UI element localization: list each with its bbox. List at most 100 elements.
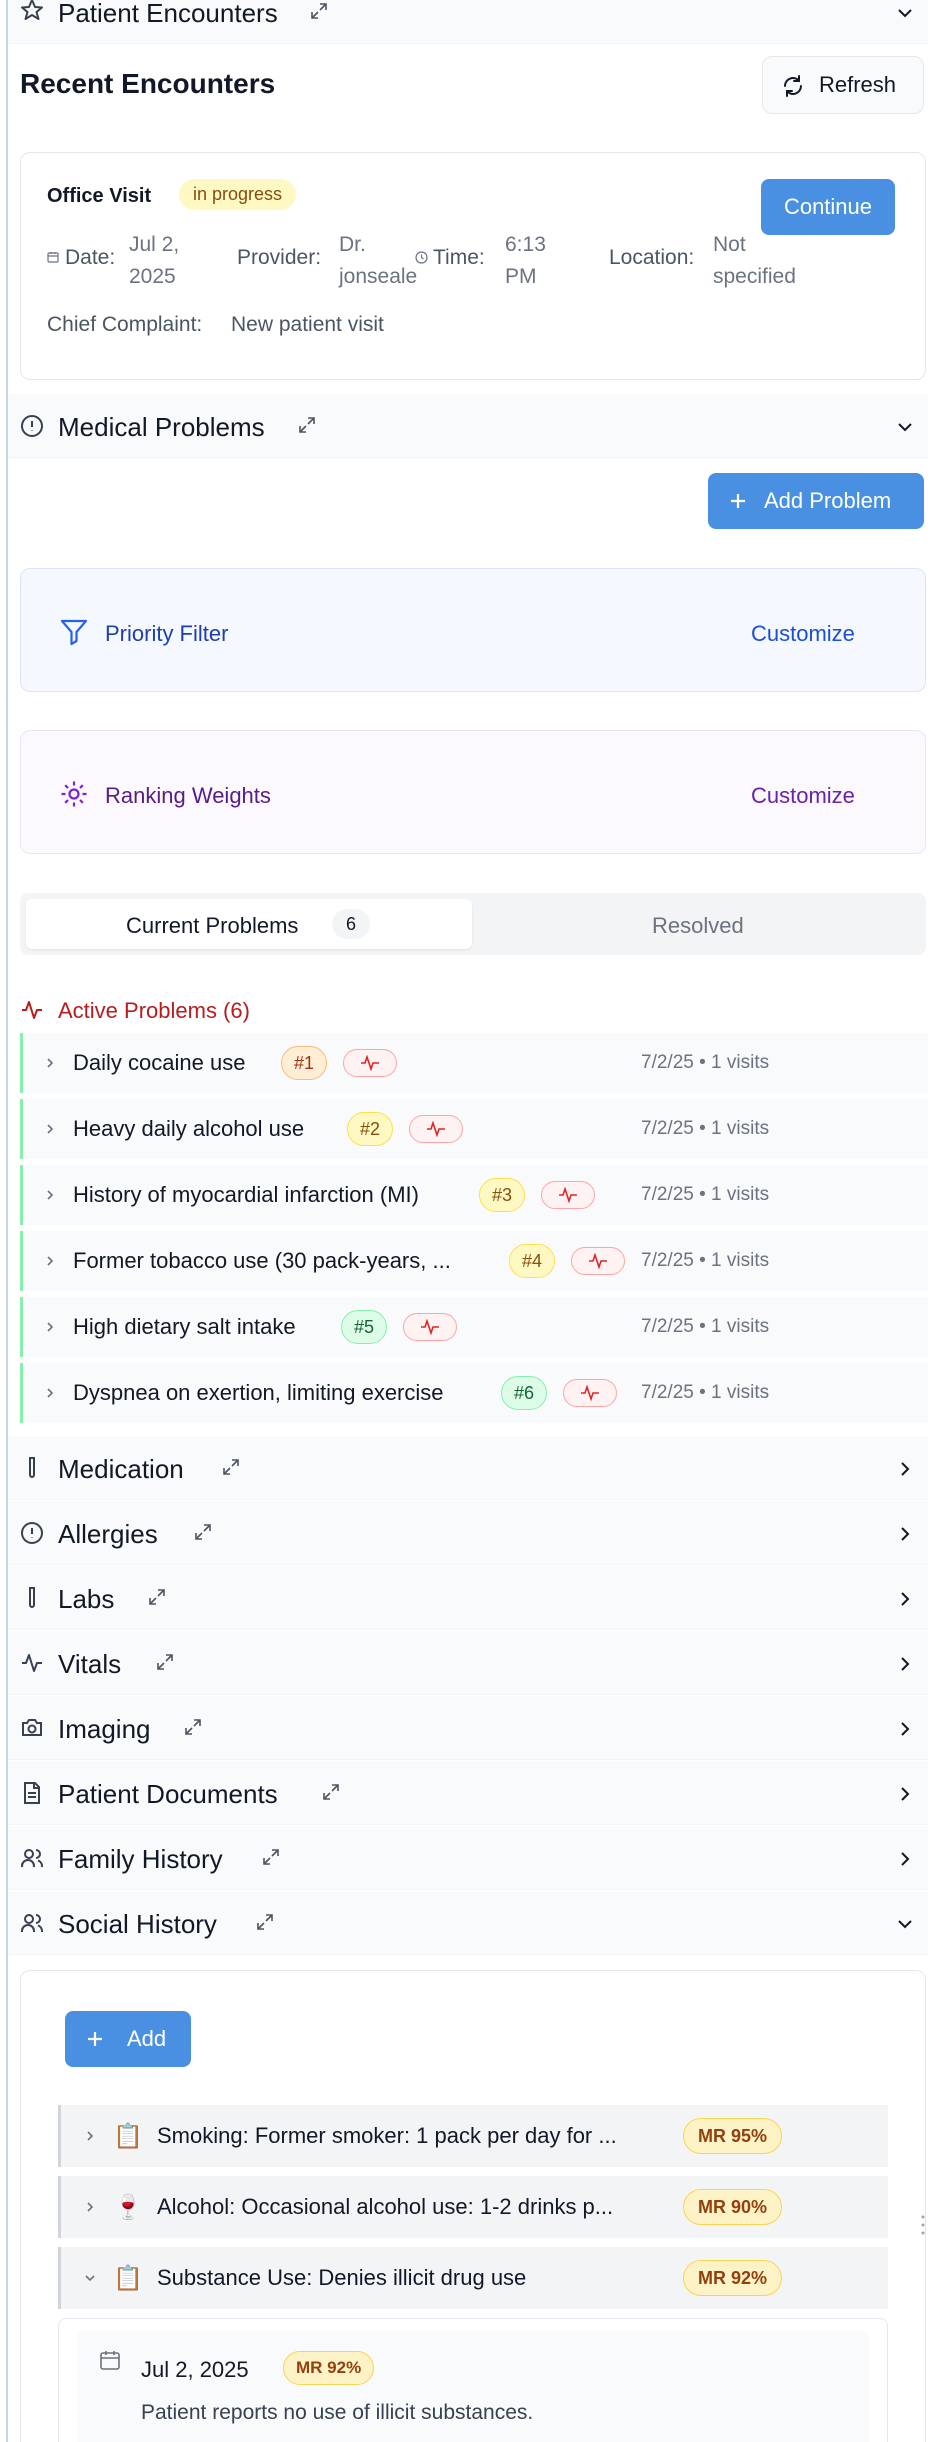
section-header-imaging[interactable]: Imaging	[8, 1696, 928, 1760]
complaint-label: Chief Complaint:	[47, 313, 203, 336]
section-header-social-history[interactable]: Social History	[8, 1891, 928, 1955]
chevron-right-icon[interactable]	[894, 1653, 916, 1675]
plus-icon	[85, 2029, 105, 2049]
problem-meta: 7/2/25 • 1 visits	[641, 1250, 770, 1271]
recent-encounters-heading: Recent Encounters	[20, 68, 276, 99]
complaint-value: New patient visit	[231, 313, 384, 336]
mr-badge: MR 92%	[283, 2351, 375, 2385]
mr-badge: MR 92%	[683, 2260, 783, 2296]
expand-icon[interactable]	[194, 1523, 212, 1541]
resize-handle-icon[interactable]	[920, 2214, 926, 2236]
section-title: Patient Encounters	[58, 0, 278, 28]
problem-row[interactable]: Former tobacco use (30 pack-years, ... #…	[20, 1231, 928, 1291]
add-social-history-button[interactable]: Add	[65, 2011, 191, 2067]
problem-row[interactable]: High dietary salt intake #5 7/2/25 • 1 v…	[20, 1297, 928, 1357]
users-icon	[20, 1846, 44, 1870]
expand-icon[interactable]	[298, 416, 316, 434]
tab-resolved[interactable]: Resolved	[652, 913, 744, 939]
section-title: Vitals	[58, 1649, 122, 1679]
tab-current-problems[interactable]: Current Problems 6	[26, 899, 472, 949]
problem-meta: 7/2/25 • 1 visits	[641, 1052, 770, 1073]
chevron-right-icon[interactable]	[83, 2200, 97, 2214]
expand-icon[interactable]	[256, 1913, 274, 1931]
priority-filter-card[interactable]: Priority Filter Customize	[20, 568, 926, 692]
chevron-right-icon[interactable]	[43, 1056, 57, 1070]
chevron-right-icon[interactable]	[894, 1783, 916, 1805]
social-history-detail: Jul 2, 2025 MR 92% Patient reports no us…	[58, 2318, 888, 2442]
time-value: 6:13 PM	[505, 233, 546, 288]
priority-filter-label: Priority Filter	[105, 621, 229, 646]
chevron-right-icon[interactable]	[43, 1320, 57, 1334]
expand-icon[interactable]	[156, 1653, 174, 1671]
chevron-right-icon[interactable]	[43, 1386, 57, 1400]
chevron-right-icon[interactable]	[894, 1718, 916, 1740]
chevron-right-icon[interactable]	[83, 2129, 97, 2143]
activity-icon	[563, 1379, 617, 1407]
section-header-medical-problems[interactable]: Medical Problems	[8, 394, 928, 458]
problem-meta: 7/2/25 • 1 visits	[641, 1316, 770, 1337]
chevron-right-icon[interactable]	[894, 1458, 916, 1480]
add-problem-button[interactable]: Add Problem	[708, 473, 924, 529]
calendar-icon	[99, 2349, 121, 2371]
wine-glass-icon: 🍷	[113, 2193, 143, 2221]
social-history-item[interactable]: 📋 Smoking: Former smoker: 1 pack per day…	[58, 2105, 888, 2167]
problem-row[interactable]: History of myocardial infarction (MI) #3…	[20, 1165, 928, 1225]
chevron-right-icon[interactable]	[894, 1523, 916, 1545]
expand-icon[interactable]	[148, 1588, 166, 1606]
ranking-weights-card[interactable]: Ranking Weights Customize	[20, 730, 926, 854]
chevron-down-icon[interactable]	[83, 2271, 97, 2285]
section-header-patient-documents[interactable]: Patient Documents	[8, 1761, 928, 1825]
refresh-button[interactable]: Refresh	[762, 56, 924, 114]
problem-row[interactable]: Daily cocaine use #1 7/2/25 • 1 visits	[20, 1033, 928, 1093]
location-label: Location:	[609, 246, 695, 269]
problem-name: Former tobacco use (30 pack-years, ...	[73, 1248, 451, 1273]
refresh-label: Refresh	[819, 72, 897, 97]
users-icon	[20, 1911, 44, 1935]
social-history-item[interactable]: 🍷 Alcohol: Occasional alcohol use: 1-2 d…	[58, 2176, 888, 2238]
expand-icon[interactable]	[322, 1783, 340, 1801]
provider-label: Provider:	[237, 246, 322, 269]
section-title: Family History	[58, 1844, 223, 1874]
problem-meta: 7/2/25 • 1 visits	[641, 1382, 770, 1403]
problem-row[interactable]: Heavy daily alcohol use #2 7/2/25 • 1 vi…	[20, 1099, 928, 1159]
test-tube-icon	[20, 1456, 44, 1480]
time-label: Time:	[433, 246, 485, 269]
chevron-right-icon[interactable]	[894, 1848, 916, 1870]
continue-button[interactable]: Continue	[761, 179, 895, 235]
activity-icon	[571, 1247, 625, 1275]
location-value: Not specified	[713, 233, 796, 288]
chevron-right-icon[interactable]	[43, 1254, 57, 1268]
clock-icon	[415, 251, 428, 264]
chevron-right-icon[interactable]	[43, 1122, 57, 1136]
encounter-card[interactable]: Office Visit in progress Continue Date: …	[20, 152, 926, 380]
section-header-family-history[interactable]: Family History	[8, 1826, 928, 1890]
expand-icon[interactable]	[222, 1458, 240, 1476]
chevron-down-icon[interactable]	[894, 1913, 916, 1935]
chevron-right-icon[interactable]	[43, 1188, 57, 1202]
rank-badge: #5	[341, 1310, 388, 1344]
priority-customize-link[interactable]: Customize	[751, 621, 855, 647]
chevron-down-icon[interactable]	[894, 2, 916, 24]
problem-name: History of myocardial infarction (MI)	[73, 1182, 419, 1207]
problem-meta: 7/2/25 • 1 visits	[641, 1184, 770, 1205]
problem-row[interactable]: Dyspnea on exertion, limiting exercise #…	[20, 1363, 928, 1423]
expand-icon[interactable]	[184, 1718, 202, 1736]
section-header-medication[interactable]: Medication	[8, 1436, 928, 1500]
social-history-text: Substance Use: Denies illicit drug use	[157, 2265, 527, 2290]
active-problems-header: Active Problems (6)	[58, 998, 250, 1023]
problems-tabs: Current Problems 6 Resolved	[20, 893, 926, 955]
chevron-right-icon[interactable]	[894, 1588, 916, 1610]
expand-icon[interactable]	[310, 2, 328, 20]
tab-count-badge: 6	[332, 909, 370, 939]
section-title: Medical Problems	[58, 412, 265, 442]
star-icon	[20, 0, 44, 22]
section-header-encounters[interactable]: Patient Encounters	[8, 0, 928, 44]
entry-date: Jul 2, 2025	[141, 2357, 249, 2382]
chevron-down-icon[interactable]	[894, 416, 916, 438]
section-header-allergies[interactable]: Allergies	[8, 1501, 928, 1565]
section-header-vitals[interactable]: Vitals	[8, 1631, 928, 1695]
social-history-item-expanded[interactable]: 📋 Substance Use: Denies illicit drug use…	[58, 2247, 888, 2309]
section-header-labs[interactable]: Labs	[8, 1566, 928, 1630]
ranking-customize-link[interactable]: Customize	[751, 783, 855, 809]
expand-icon[interactable]	[262, 1848, 280, 1866]
